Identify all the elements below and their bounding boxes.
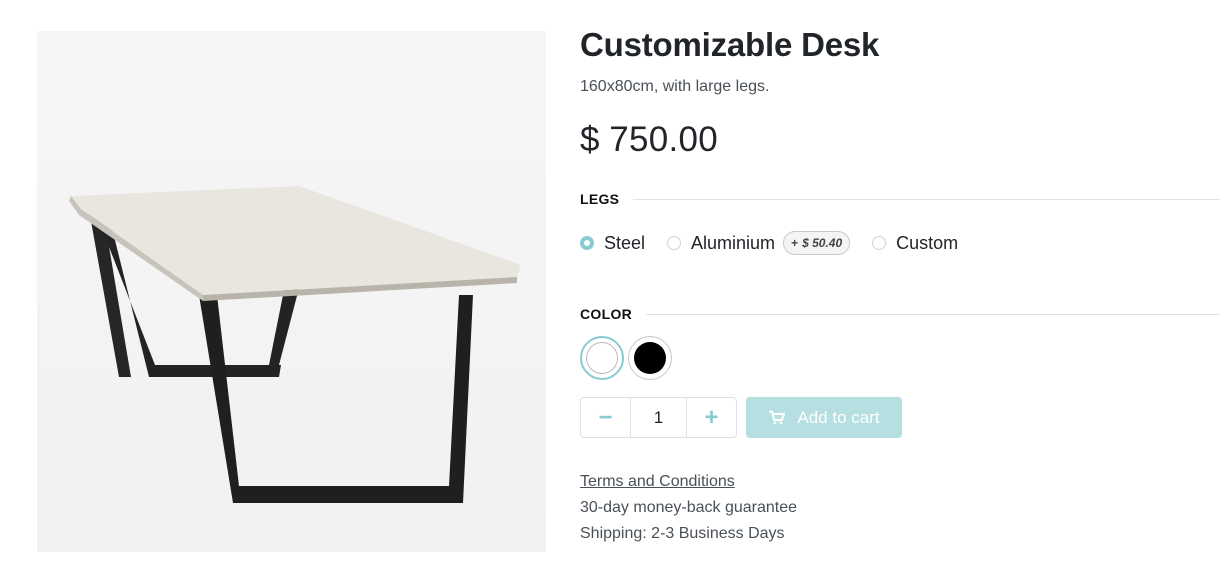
terms-link[interactable]: Terms and Conditions: [580, 469, 797, 495]
legs-option-steel[interactable]: Steel: [580, 233, 645, 254]
radio-custom[interactable]: [872, 236, 887, 250]
shipping-text: Shipping: 2-3 Business Days: [580, 525, 785, 542]
quantity-stepper: − 1 +: [580, 397, 737, 438]
product-description: 160x80cm, with large legs.: [580, 78, 770, 95]
increase-quantity-button[interactable]: +: [687, 398, 736, 437]
color-label: COLOR: [580, 306, 633, 322]
minus-icon: −: [598, 403, 613, 431]
plus-icon: +: [704, 403, 719, 431]
legs-option-aluminium[interactable]: Aluminium + $ 50.40: [667, 231, 851, 255]
color-swatch-white[interactable]: [580, 336, 624, 380]
radio-aluminium[interactable]: [667, 236, 682, 250]
product-image: [37, 31, 546, 552]
product-details: Customizable Desk 160x80cm, with large l…: [580, 0, 1220, 580]
legs-option-custom[interactable]: Custom: [872, 233, 958, 254]
color-swatches: [580, 336, 676, 380]
color-swatch-black[interactable]: [628, 336, 672, 380]
add-to-cart-label: Add to cart: [797, 407, 880, 427]
option-label: Custom: [896, 232, 959, 253]
option-label: Aluminium: [691, 232, 776, 253]
legs-label: LEGS: [580, 191, 620, 207]
add-to-cart-button[interactable]: Add to cart: [746, 397, 902, 438]
decrease-quantity-button[interactable]: −: [581, 398, 630, 437]
option-label: Steel: [604, 232, 646, 253]
extra-sign: +: [791, 236, 799, 250]
product-title: Customizable Desk: [580, 26, 880, 63]
divider: [646, 313, 1220, 315]
extra-price-badge: + $ 50.40: [783, 231, 851, 255]
desk-illustration: [69, 186, 521, 503]
price-amount: 750.00: [609, 120, 719, 159]
divider: [633, 198, 1220, 200]
quantity-input[interactable]: 1: [630, 398, 687, 437]
legs-options: Steel Aluminium + $ 50.40 Custom: [580, 231, 980, 255]
extra-price: $ 50.40: [802, 236, 843, 250]
currency-symbol: $: [580, 120, 600, 159]
radio-steel[interactable]: [580, 236, 594, 250]
swatch-black-fill: [634, 342, 666, 374]
swatch-white-fill: [586, 342, 618, 374]
product-info: Terms and Conditions 30-day money-back g…: [580, 469, 797, 547]
color-section-header: COLOR: [580, 304, 1220, 324]
guarantee-text: 30-day money-back guarantee: [580, 499, 798, 516]
product-price: $ 750.00: [580, 120, 718, 160]
shopping-cart-icon: [768, 410, 786, 425]
legs-section-header: LEGS: [580, 189, 1220, 209]
